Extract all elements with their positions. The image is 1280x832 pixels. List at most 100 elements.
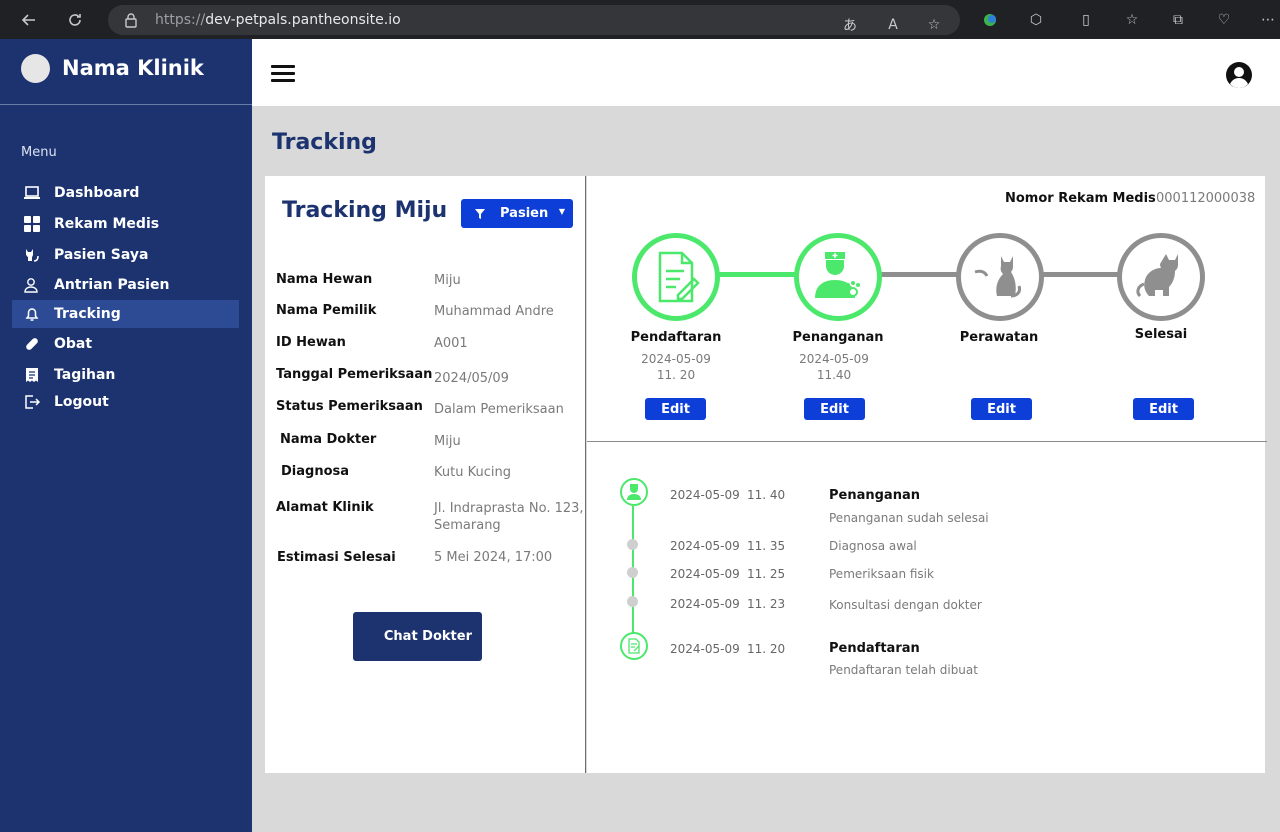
timeline-time: 11. 25 xyxy=(747,567,786,581)
timeline-time: 11. 40 xyxy=(747,488,786,502)
tracking-card: Nomor Rekam Medis 000112000038 Pendaftar… xyxy=(587,176,1267,773)
sidebar: Nama Klinik Menu Dashboard Rekam Medis P… xyxy=(0,39,252,832)
sidebar-item-logout[interactable]: Logout xyxy=(12,388,239,416)
stage-name: Selesai xyxy=(1134,327,1188,342)
sidebar-item-obat[interactable]: Obat xyxy=(12,330,239,358)
field-value: Miju xyxy=(434,273,461,288)
patient-info-card: Tracking Miju Pasien ▼ Nama Hewan Miju N… xyxy=(265,176,586,773)
stage-connector-done xyxy=(717,272,797,277)
field-value: Muhammad Andre xyxy=(434,304,554,319)
sidebar-item-label: Tagihan xyxy=(54,367,116,383)
timeline-date: 2024-05-09 xyxy=(670,488,740,502)
field-label: Alamat Klinik xyxy=(276,500,374,515)
timeline-desc: Penanganan sudah selesai xyxy=(829,511,989,525)
doctor-pet-icon xyxy=(815,252,860,298)
favorites-icon[interactable]: ☆ xyxy=(1122,10,1142,30)
sidebar-item-antrian-pasien[interactable]: Antrian Pasien xyxy=(12,271,239,299)
timeline-dot xyxy=(627,539,638,550)
field-label: Nama Pemilik xyxy=(276,303,377,318)
stage-connector-todo xyxy=(1041,272,1121,277)
field-label: Status Pemeriksaan xyxy=(276,399,423,414)
lock-icon[interactable] xyxy=(124,12,138,32)
stage-name: Penanganan xyxy=(792,330,884,345)
grid-icon xyxy=(23,215,41,233)
logout-icon xyxy=(23,393,41,411)
hamburger-menu-icon[interactable] xyxy=(271,65,295,83)
stage-date: 2024-05-09 xyxy=(799,352,869,366)
collections-icon[interactable]: ⧉ xyxy=(1168,10,1188,30)
url-text: https://dev-petpals.pantheonsite.io xyxy=(155,12,401,28)
extensions-icon[interactable]: ⬡ xyxy=(1026,10,1046,30)
timeline-pendaftaran-icon xyxy=(620,632,648,660)
clinic-logo xyxy=(21,54,50,83)
sidebar-item-label: Pasien Saya xyxy=(54,247,149,263)
stage-date: 2024-05-09 xyxy=(641,352,711,366)
stage-time: 11.40 xyxy=(816,368,852,382)
sidebar-item-label: Antrian Pasien xyxy=(54,277,170,293)
field-value: Kutu Kucing xyxy=(434,465,511,480)
browser-health-icon[interactable]: ♡ xyxy=(1214,10,1234,30)
field-value: 5 Mei 2024, 17:00 xyxy=(434,550,553,565)
reload-icon[interactable] xyxy=(62,7,88,33)
page-title: Tracking xyxy=(272,130,377,155)
laptop-icon xyxy=(23,184,41,202)
field-label: ID Hewan xyxy=(276,335,346,350)
more-options-icon[interactable]: ⋯ xyxy=(1258,10,1278,30)
stage-name: Pendaftaran xyxy=(630,330,722,345)
edit-selesai-button[interactable]: Edit xyxy=(1133,398,1194,420)
caret-down-icon: ▼ xyxy=(558,207,565,216)
cat-done-icon xyxy=(1136,254,1179,298)
timeline-date: 2024-05-09 xyxy=(670,567,740,581)
edit-penanganan-button[interactable]: Edit xyxy=(804,398,865,420)
field-value: A001 xyxy=(434,336,468,351)
timeline-date: 2024-05-09 xyxy=(670,642,740,656)
user-queue-icon xyxy=(23,276,41,294)
sidebar-item-tracking[interactable]: Tracking xyxy=(12,300,239,328)
cat-care-icon xyxy=(974,256,1021,298)
pill-icon xyxy=(23,335,41,353)
timeline-time: 11. 20 xyxy=(747,642,786,656)
sidebar-item-label: Tracking xyxy=(54,306,121,322)
timeline-title: Penanganan xyxy=(829,488,920,503)
timeline-desc: Konsultasi dengan dokter xyxy=(829,598,982,612)
user-account-icon[interactable] xyxy=(1225,61,1253,89)
profile-extension-icon[interactable] xyxy=(980,10,1000,30)
stage-name: Perawatan xyxy=(959,330,1039,345)
field-value: Dalam Pemeriksaan xyxy=(434,402,564,417)
sidebar-item-pasien-saya[interactable]: Pasien Saya xyxy=(12,241,239,269)
field-label: Tanggal Pemeriksaan xyxy=(276,367,433,382)
timeline-title: Pendaftaran xyxy=(829,641,920,656)
topbar xyxy=(252,39,1280,106)
chat-doctor-button[interactable]: Chat Dokter xyxy=(353,612,482,661)
read-aloud-icon[interactable]: A xyxy=(883,15,903,35)
invoice-icon xyxy=(23,366,41,384)
edit-perawatan-button[interactable]: Edit xyxy=(971,398,1032,420)
brand: Nama Klinik xyxy=(0,39,252,105)
address-bar[interactable]: https://dev-petpals.pantheonsite.io あ A … xyxy=(108,5,960,35)
timeline-time: 11. 23 xyxy=(747,597,786,611)
patient-filter-button[interactable]: Pasien ▼ xyxy=(461,199,573,228)
field-label: Nama Dokter xyxy=(280,432,377,447)
timeline-dot xyxy=(627,596,638,607)
field-value: 2024/05/09 xyxy=(434,371,509,386)
timeline-penanganan-icon xyxy=(620,478,648,506)
registration-document-icon xyxy=(658,251,700,303)
sidebar-item-rekam-medis[interactable]: Rekam Medis xyxy=(12,210,239,238)
timeline-desc: Diagnosa awal xyxy=(829,539,917,553)
timeline-time: 11. 35 xyxy=(747,539,786,553)
split-screen-icon[interactable]: ▯ xyxy=(1076,10,1096,30)
stage-time: 11. 20 xyxy=(656,368,696,382)
timeline-dot xyxy=(627,567,638,578)
sidebar-item-dashboard[interactable]: Dashboard xyxy=(12,179,239,207)
stage-pendaftaran-circle xyxy=(632,233,720,321)
sidebar-item-label: Rekam Medis xyxy=(54,216,160,232)
field-value: Jl. Indraprasta No. 123, Semarang xyxy=(434,501,584,533)
field-value: Miju xyxy=(434,434,461,449)
edit-pendaftaran-button[interactable]: Edit xyxy=(645,398,706,420)
favorite-star-icon[interactable]: ☆ xyxy=(924,15,944,35)
back-icon[interactable] xyxy=(16,7,42,33)
sidebar-item-tagihan[interactable]: Tagihan xyxy=(12,361,239,389)
timeline-date: 2024-05-09 xyxy=(670,597,740,611)
sidebar-item-label: Obat xyxy=(54,336,93,352)
translate-icon[interactable]: あ xyxy=(840,15,860,35)
